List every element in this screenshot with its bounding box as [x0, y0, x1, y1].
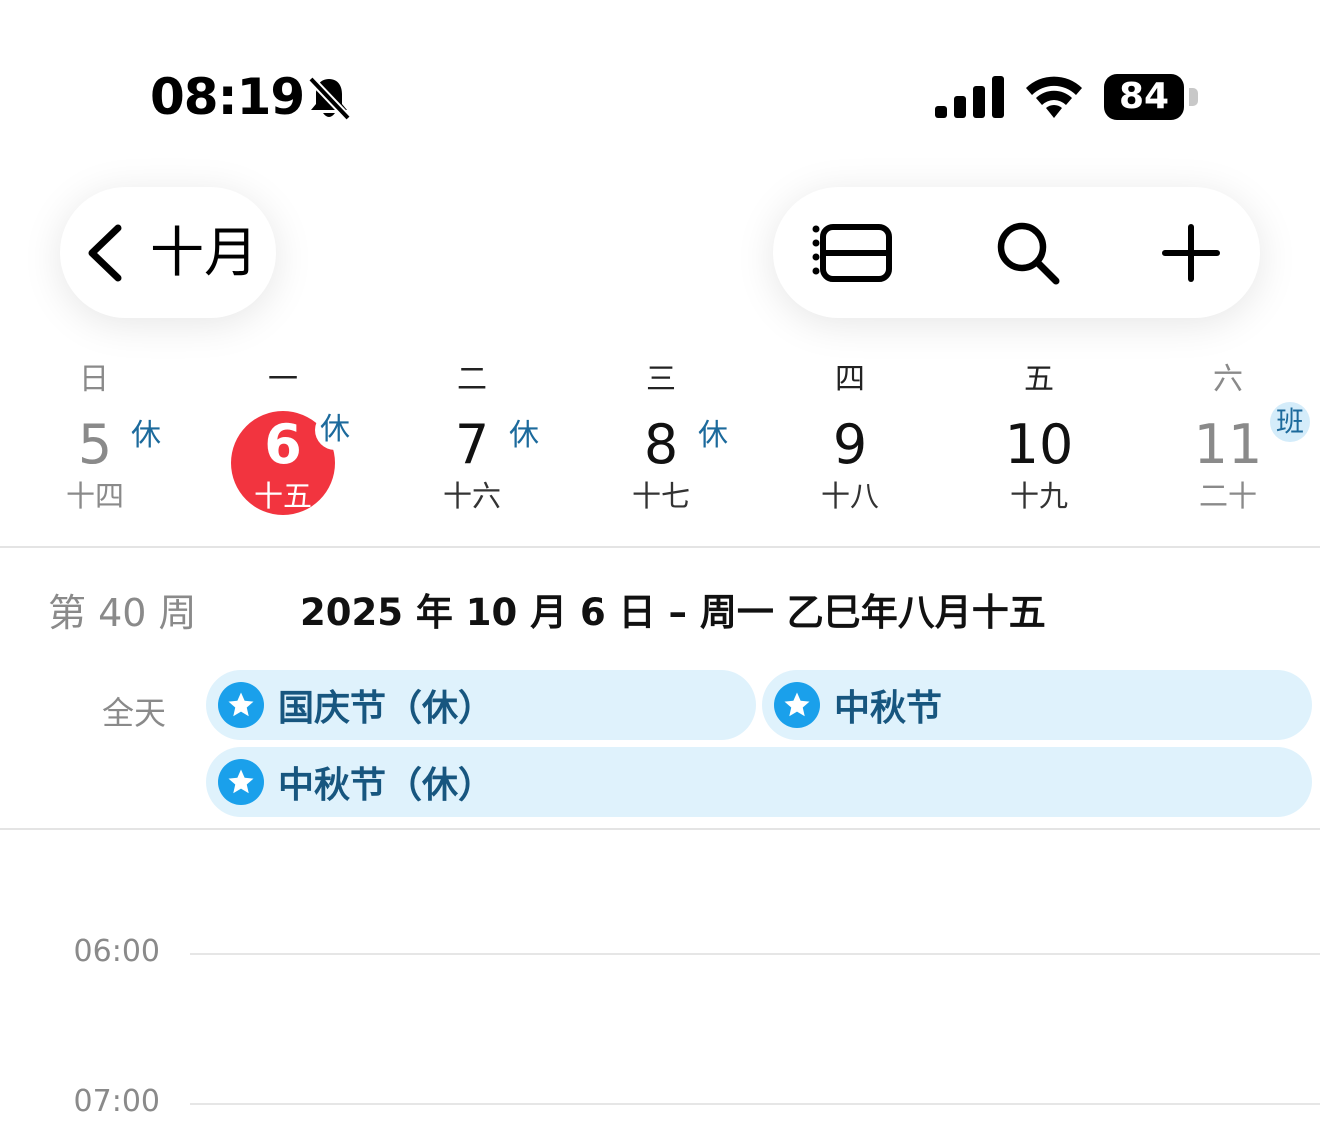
- hour-label-0600: 06:00: [73, 934, 160, 969]
- day-5-holiday-badge: 休: [131, 418, 161, 453]
- day-10-number[interactable]: 10: [989, 414, 1089, 476]
- add-event-button[interactable]: [1148, 218, 1234, 288]
- day-8-lunar: 十七: [631, 479, 690, 513]
- event-mid-autumn-holiday[interactable]: 中秋节（休）: [206, 747, 1312, 817]
- battery-icon: 84: [1104, 74, 1184, 120]
- event-title: 国庆节（休）: [278, 688, 495, 729]
- day-5-number[interactable]: 5: [45, 414, 145, 476]
- wifi-icon: [1026, 76, 1082, 118]
- day-10-lunar: 十九: [1009, 479, 1068, 513]
- list-view-icon: [812, 224, 892, 282]
- all-day-label: 全天: [102, 694, 167, 732]
- weekday-sun: 日: [79, 362, 109, 397]
- star-icon: [774, 682, 820, 728]
- list-view-button[interactable]: [810, 218, 896, 288]
- day-9-number[interactable]: 9: [800, 414, 900, 476]
- star-icon: [218, 682, 264, 728]
- star-icon: [218, 759, 264, 805]
- hour-line: [190, 1103, 1320, 1105]
- hour-line: [190, 953, 1320, 955]
- divider: [0, 546, 1320, 548]
- event-national-day[interactable]: 国庆节（休）: [206, 670, 756, 740]
- bell-slash-icon: [308, 76, 351, 121]
- day-8-holiday-badge: 休: [698, 418, 728, 453]
- day-5-lunar: 十四: [65, 479, 124, 513]
- plus-icon: [1162, 224, 1220, 282]
- hour-label-0700: 07:00: [73, 1084, 160, 1119]
- battery-cap: [1189, 88, 1198, 106]
- divider: [0, 828, 1320, 830]
- search-button[interactable]: [985, 218, 1071, 288]
- event-mid-autumn[interactable]: 中秋节: [762, 670, 1312, 740]
- day-6-lunar: 十五: [253, 479, 312, 513]
- weekday-wed: 三: [646, 362, 676, 397]
- day-7-lunar: 十六: [442, 479, 501, 513]
- chevron-left-icon[interactable]: [84, 222, 128, 284]
- day-11-number[interactable]: 11: [1178, 414, 1278, 476]
- day-6-holiday-badge: 休: [315, 410, 355, 450]
- status-time: 08:19: [150, 68, 305, 126]
- back-label[interactable]: 十月: [150, 220, 258, 286]
- weekday-mon: 一: [268, 362, 298, 397]
- weekday-sat: 六: [1213, 362, 1243, 397]
- day-8-number[interactable]: 8: [611, 414, 711, 476]
- event-title: 中秋节（休）: [278, 765, 495, 806]
- weekday-fri: 五: [1024, 362, 1054, 397]
- day-11-lunar: 二十: [1198, 479, 1257, 513]
- event-title: 中秋节: [834, 688, 943, 729]
- selected-date-title: 2025 年 10 月 6 日 – 周一 乙巳年八月十五: [300, 591, 1046, 634]
- cellular-signal-icon: [935, 76, 1004, 118]
- day-9-lunar: 十八: [820, 479, 879, 513]
- search-icon: [997, 222, 1060, 285]
- day-7-number[interactable]: 7: [422, 414, 522, 476]
- weekday-tue: 二: [457, 362, 487, 397]
- day-11-workday-badge: 班: [1270, 402, 1310, 442]
- weekday-thu: 四: [835, 362, 865, 397]
- week-number: 第 40 周: [48, 591, 197, 635]
- day-7-holiday-badge: 休: [509, 418, 539, 453]
